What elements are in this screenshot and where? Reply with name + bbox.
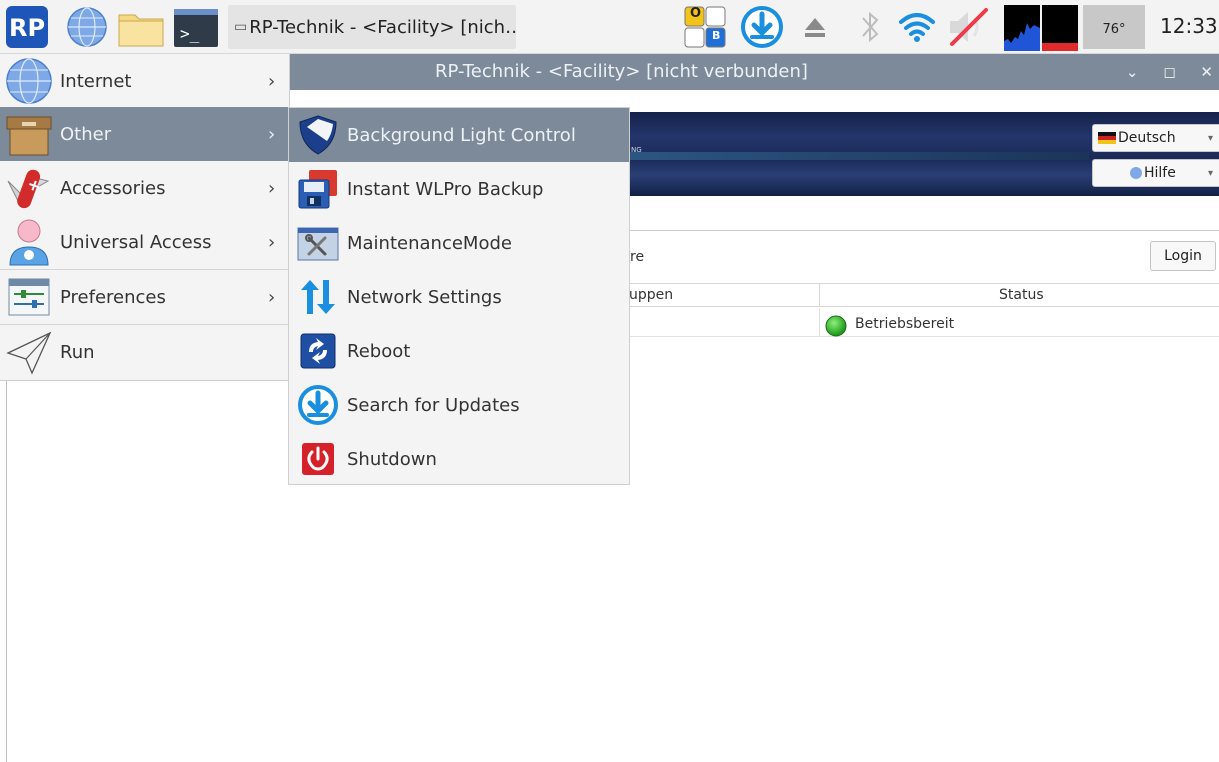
clock[interactable]: 12:33 — [1160, 14, 1218, 38]
download-circle-icon — [298, 385, 338, 425]
window-title: RP-Technik - <Facility> [nicht verbunden… — [435, 61, 808, 82]
language-select[interactable]: Deutsch ▾ — [1092, 124, 1219, 152]
web-browser-icon[interactable] — [66, 6, 108, 48]
status-ok-icon — [825, 315, 847, 337]
pocket-knife-icon — [7, 169, 50, 209]
menu-item-preferences[interactable]: Preferences › — [0, 270, 289, 324]
window-left-border — [6, 380, 7, 762]
power-icon — [302, 443, 334, 475]
submenu-item-maintenance-mode[interactable]: MaintenanceMode — [289, 216, 629, 270]
cpu-usage-graph — [1004, 5, 1040, 51]
submenu-other: Background Light Control Instant WLPro B… — [288, 107, 630, 485]
menu-item-label: Accessories — [60, 177, 166, 199]
chevron-right-icon: › — [268, 231, 276, 253]
submenu-item-reboot[interactable]: Reboot — [289, 324, 629, 378]
taskbar-window-button[interactable]: ▭ RP-Technik - <Facility> [nich… — [228, 5, 516, 49]
menu-item-label: Other — [60, 123, 112, 145]
cpu-temperature: 76° — [1083, 5, 1145, 49]
column-header-status[interactable]: Status — [999, 287, 1044, 303]
status-text: Betriebsbereit — [855, 316, 955, 332]
menu-item-run[interactable]: Run — [0, 325, 289, 379]
section-label: re — [630, 249, 645, 265]
floppy-disk-icon — [298, 170, 337, 209]
login-button[interactable]: Login — [1150, 241, 1216, 271]
person-icon — [9, 219, 49, 266]
menu-item-accessories[interactable]: Accessories › — [0, 161, 289, 215]
submenu-item-label: Background Light Control — [347, 124, 576, 146]
column-divider — [819, 308, 820, 336]
eject-icon[interactable] — [802, 10, 828, 44]
submenu-item-label: Search for Updates — [347, 394, 520, 416]
globe-icon — [1130, 167, 1142, 179]
chevron-right-icon: › — [268, 177, 276, 199]
divider — [629, 230, 1219, 231]
update-download-icon[interactable] — [740, 5, 784, 49]
globe-icon — [6, 58, 52, 104]
menu-item-label: Internet — [60, 70, 132, 92]
paper-plane-icon — [6, 331, 52, 375]
dropdown-caret-icon: ▾ — [1207, 167, 1213, 179]
sliders-icon — [8, 278, 50, 316]
submenu-item-label: Network Settings — [347, 286, 502, 308]
submenu-item-label: Instant WLPro Backup — [347, 178, 544, 200]
top-panel: RP >_ ▭ RP-Technik - <Facility> [nich… O… — [0, 0, 1219, 54]
svg-text:>_: >_ — [180, 24, 200, 43]
box-icon — [6, 116, 52, 156]
submenu-item-label: Reboot — [347, 340, 411, 362]
menu-item-internet[interactable]: Internet › — [0, 54, 289, 108]
german-flag-icon — [1098, 132, 1116, 144]
keyboard-indicator-o: O — [690, 6, 702, 21]
submenu-item-background-light-control[interactable]: Background Light Control — [289, 108, 629, 162]
submenu-item-network-settings[interactable]: Network Settings — [289, 270, 629, 324]
dropdown-caret-icon: ▾ — [1207, 132, 1213, 144]
help-select[interactable]: Hilfe ▾ — [1092, 159, 1219, 187]
file-manager-icon[interactable] — [118, 9, 164, 47]
volume-muted-icon[interactable] — [946, 6, 994, 48]
window-controls[interactable]: ⌄ ◻ ✕ — [1126, 54, 1219, 90]
table-row[interactable]: Betriebsbereit — [629, 308, 1219, 337]
table-header: uppen Status — [629, 283, 1219, 307]
taskbar-window-label: RP-Technik - <Facility> [nich… — [249, 16, 516, 38]
memory-usage-graph — [1042, 5, 1078, 51]
submenu-item-label: MaintenanceMode — [347, 232, 512, 254]
svg-text:RP: RP — [9, 14, 45, 42]
menu-item-universal-access[interactable]: Universal Access › — [0, 215, 289, 269]
chevron-right-icon: › — [268, 70, 276, 92]
submenu-item-label: Shutdown — [347, 448, 437, 470]
bluetooth-icon[interactable] — [858, 8, 882, 46]
status-cell: Betriebsbereit — [825, 311, 954, 337]
banner-stripe — [629, 152, 1089, 160]
submenu-item-instant-wlpro-backup[interactable]: Instant WLPro Backup — [289, 162, 629, 216]
language-select-label: Deutsch — [1118, 130, 1176, 146]
column-divider — [819, 284, 820, 306]
chevron-right-icon: › — [268, 123, 276, 145]
menu-item-label: Preferences — [60, 286, 166, 308]
wifi-icon[interactable] — [898, 8, 936, 46]
terminal-icon[interactable]: >_ — [174, 9, 218, 47]
menu-item-label: Universal Access — [60, 231, 212, 253]
banner-text: NG — [631, 146, 642, 154]
shield-icon — [299, 115, 337, 155]
help-select-label: Hilfe — [1144, 165, 1176, 181]
reboot-icon — [300, 333, 336, 369]
rp-logo-icon[interactable]: RP — [6, 6, 48, 48]
window-icon: ▭ — [234, 19, 248, 35]
tools-icon — [297, 227, 339, 261]
application-menu: Internet › Other › Accessories › Univers… — [0, 54, 290, 381]
up-down-arrows-icon — [301, 280, 335, 314]
menu-item-label: Run — [60, 341, 95, 363]
submenu-item-shutdown[interactable]: Shutdown — [289, 432, 629, 486]
window-titlebar[interactable]: RP-Technik - <Facility> [nicht verbunden… — [290, 54, 1219, 90]
keyboard-indicator-b: B — [712, 29, 721, 42]
submenu-item-search-for-updates[interactable]: Search for Updates — [289, 378, 629, 432]
column-header-groups[interactable]: uppen — [629, 287, 673, 303]
chevron-right-icon: › — [268, 286, 276, 308]
menu-item-other[interactable]: Other › — [0, 107, 289, 161]
